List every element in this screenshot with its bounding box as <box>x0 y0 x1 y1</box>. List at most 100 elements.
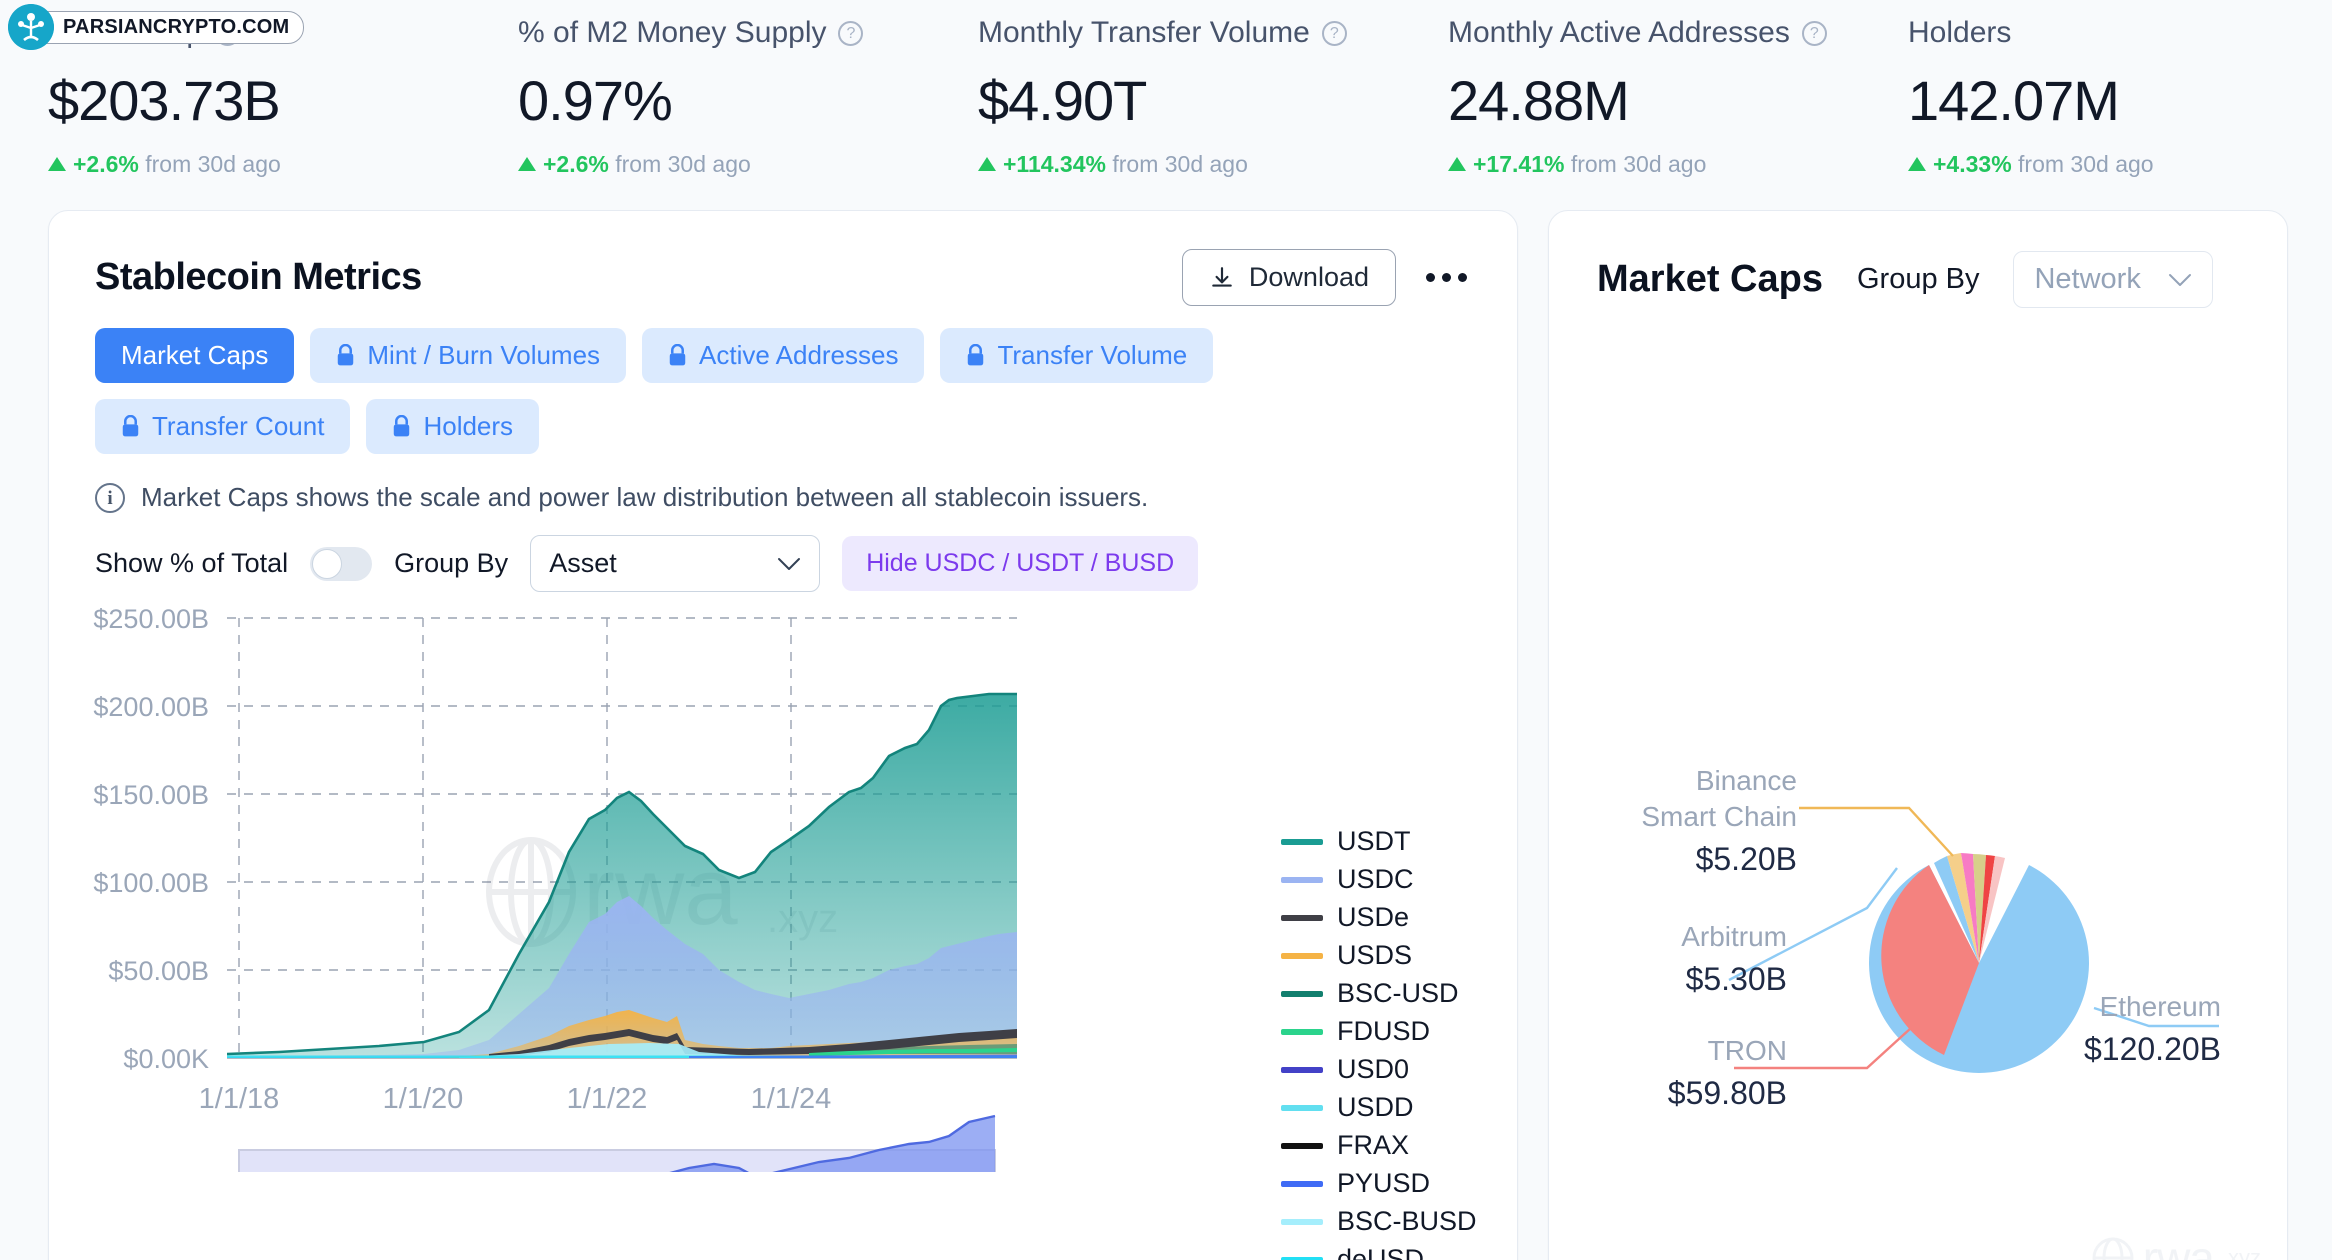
triangle-up-icon <box>1448 157 1466 171</box>
svg-text:$50.00B: $50.00B <box>108 956 209 986</box>
leader-line-bsc <box>1799 806 1954 857</box>
download-button-label: Download <box>1248 262 1369 292</box>
more-options-icon[interactable] <box>1422 265 1471 290</box>
legend-swatch <box>1281 914 1323 921</box>
callout-value-bsc: $5.20B <box>1696 841 1797 877</box>
card-header: Stablecoin Metrics Download <box>49 211 1517 306</box>
lock-icon <box>968 344 984 366</box>
group-by-select[interactable]: Asset <box>530 535 821 592</box>
kpi-delta-pct: +2.6% <box>543 151 609 177</box>
tab-label: Mint / Burn Volumes <box>367 340 601 370</box>
pie-card-title: Market Caps <box>1597 258 1823 300</box>
legend-item-usd0[interactable]: USD0 <box>1281 1051 1477 1088</box>
help-icon[interactable]: ? <box>1321 20 1347 46</box>
legend-item-frax[interactable]: FRAX <box>1281 1127 1477 1164</box>
callout-label-arbitrum: Arbitrum <box>1681 921 1787 952</box>
chart-legend: USDT USDC USDe USDS BSC-USD FDUSD USD0 U… <box>1281 823 1477 1260</box>
hide-majors-button[interactable]: Hide USDC / USDT / BUSD <box>842 536 1199 591</box>
callout-value-tron: $59.80B <box>1668 1075 1787 1111</box>
legend-label: USDS <box>1337 940 1413 970</box>
tab-market-caps[interactable]: Market Caps <box>95 328 295 383</box>
tab-active-addresses[interactable]: Active Addresses <box>642 328 925 383</box>
kpi-header: Holders <box>1908 10 2252 56</box>
help-icon[interactable]: ? <box>1801 20 1827 46</box>
info-text: Market Caps shows the scale and power la… <box>141 482 1149 512</box>
legend-swatch <box>1281 876 1323 883</box>
legend-label: USDC <box>1337 864 1414 894</box>
range-slider[interactable]: 2018 2020 2022 2024 <box>225 1114 1009 1172</box>
kpi-delta-sub: from 30d ago <box>2018 151 2154 177</box>
legend-label: FRAX <box>1337 1130 1410 1160</box>
hide-majors-label: Hide USDC / USDT / BUSD <box>866 549 1175 577</box>
kpi-header: Monthly Transfer Volume ? <box>978 10 1392 56</box>
triangle-up-icon <box>1908 157 1926 171</box>
kpi-delta: +2.6% from 30d ago <box>518 151 922 178</box>
network-pie-chart: Binance Smart Chain $5.20B Arbitrum $5.3… <box>1549 308 2287 1260</box>
legend-swatch <box>1281 1066 1323 1073</box>
tab-label: Active Addresses <box>699 340 899 370</box>
callout-value-arbitrum: $5.30B <box>1686 961 1787 997</box>
kpi-card-holders: Holders 142.07M +4.33% from 30d ago <box>1908 10 2308 178</box>
page-title: Stablecoin Metrics <box>95 256 422 298</box>
tab-mint-burn-volumes[interactable]: Mint / Burn Volumes <box>310 328 627 383</box>
legend-item-usds[interactable]: USDS <box>1281 937 1477 974</box>
legend-label: BSC-USD <box>1337 978 1459 1008</box>
chevron-down-icon <box>778 557 801 570</box>
legend-item-bsc-usd[interactable]: BSC-USD <box>1281 975 1477 1012</box>
legend-item-fdusd[interactable]: FDUSD <box>1281 1013 1477 1050</box>
lock-icon <box>394 415 410 437</box>
parsiancrypto-watermark: PARSIANCRYPTO.COM <box>8 4 305 50</box>
legend-label: deUSD <box>1337 1244 1425 1260</box>
stablecoin-metrics-card: Stablecoin Metrics Download Market Caps <box>48 210 1518 1260</box>
legend-label: USDT <box>1337 826 1411 856</box>
y-axis-labels: $250.00B $200.00B $150.00B $100.00B $50.… <box>93 604 209 1074</box>
legend-swatch <box>1281 990 1323 997</box>
callout-value-ethereum: $120.20B <box>2084 1031 2221 1067</box>
pie-group-by-label: Group By <box>1856 263 1980 295</box>
legend-swatch <box>1281 1028 1323 1035</box>
kpi-card-m2-supply: % of M2 Money Supply ? 0.97% +2.6% from … <box>518 10 978 178</box>
download-button[interactable]: Download <box>1181 249 1396 306</box>
watermark-sub: .xyz <box>2221 1245 2261 1260</box>
show-percent-toggle[interactable] <box>310 546 373 581</box>
legend-item-usde[interactable]: USDe <box>1281 899 1477 936</box>
kpi-delta-pct: +4.33% <box>1933 151 2012 177</box>
legend-item-usdc[interactable]: USDC <box>1281 861 1477 898</box>
legend-item-pyusd[interactable]: PYUSD <box>1281 1165 1477 1202</box>
tab-transfer-volume[interactable]: Transfer Volume <box>940 328 1214 383</box>
legend-label: USDD <box>1337 1092 1414 1122</box>
pie-group-by-select[interactable]: Network <box>2013 251 2214 308</box>
lock-icon <box>669 344 686 366</box>
legend-item-usdd[interactable]: USDD <box>1281 1089 1477 1126</box>
legend-item-usdt[interactable]: USDT <box>1281 823 1477 860</box>
legend-swatch <box>1281 838 1323 845</box>
card-actions: Download <box>1181 249 1471 306</box>
help-icon[interactable]: ? <box>838 20 864 46</box>
svg-text:1/1/20: 1/1/20 <box>383 1083 464 1115</box>
legend-item-deusd[interactable]: deUSD <box>1281 1241 1477 1260</box>
kpi-value: $203.73B <box>48 69 281 132</box>
info-icon: i <box>95 482 125 513</box>
kpi-value: 24.88M <box>1448 69 1630 132</box>
svg-text:1/1/18: 1/1/18 <box>199 1083 280 1115</box>
x-axis-labels: 1/1/18 1/1/20 1/1/22 1/1/24 <box>199 1083 832 1115</box>
chevron-down-icon <box>2169 273 2192 286</box>
stacked-area-series <box>227 692 1017 1058</box>
svg-text:1/1/24: 1/1/24 <box>751 1083 832 1115</box>
kpi-card-monthly-transfer-volume: Monthly Transfer Volume ? $4.90T +114.34… <box>978 10 1448 178</box>
kpi-delta-sub: from 30d ago <box>1570 151 1707 177</box>
triangle-up-icon <box>518 157 536 171</box>
kpi-delta: +4.33% from 30d ago <box>1908 151 2252 178</box>
tab-holders[interactable]: Holders <box>366 399 540 454</box>
parsiancrypto-label: PARSIANCRYPTO.COM <box>26 10 305 44</box>
callout-label-ethereum: Ethereum <box>2100 991 2221 1022</box>
watermark-text: rwa <box>2142 1232 2215 1260</box>
kpi-title: % of M2 Money Supply <box>518 16 827 49</box>
tab-transfer-count[interactable]: Transfer Count <box>95 399 351 454</box>
callout-label-tron: TRON <box>1708 1035 1787 1066</box>
svg-text:$150.00B: $150.00B <box>93 780 209 810</box>
metric-tabs: Market Caps Mint / Burn Volumes Active A… <box>49 306 1449 454</box>
pie-slices <box>1869 853 2089 1073</box>
legend-item-bsc-busd[interactable]: BSC-BUSD <box>1281 1203 1477 1240</box>
group-by-value: Asset <box>549 548 617 578</box>
